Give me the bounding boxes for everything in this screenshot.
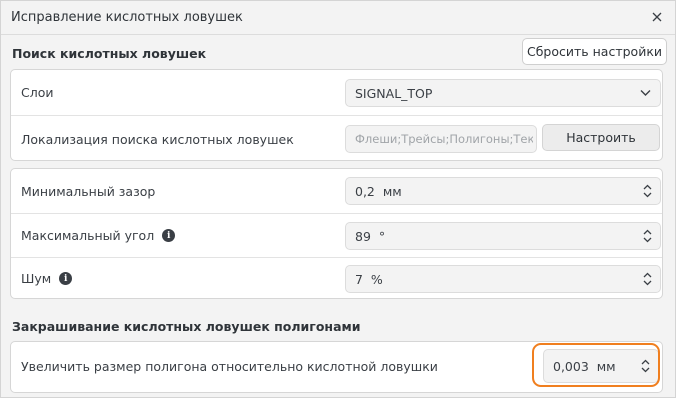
noise-stepper[interactable]: 7 %	[345, 265, 661, 293]
max-angle-stepper[interactable]: 89 °	[345, 222, 661, 250]
layers-row: Слои SIGNAL_TOP	[11, 70, 662, 115]
localization-label: Локализация поиска кислотных ловушек	[21, 132, 294, 147]
noise-value: 7	[355, 271, 363, 287]
max-angle-unit: °	[378, 228, 386, 244]
max-angle-label-wrap: Максимальный угол i	[21, 228, 176, 243]
noise-row: Шум i 7 %	[11, 257, 662, 299]
stepper-arrows-icon[interactable]	[643, 229, 652, 243]
info-icon[interactable]: i	[162, 229, 176, 242]
focus-highlight	[532, 343, 660, 387]
configure-button[interactable]: Настроить	[542, 124, 660, 151]
min-gap-stepper[interactable]: 0,2 мм	[345, 177, 661, 205]
max-angle-label: Максимальный угол	[21, 228, 155, 243]
min-gap-row: Минимальный зазор 0,2 мм	[11, 169, 662, 213]
fill-section-heading: Закрашивание кислотных ловушек полигонам…	[12, 319, 361, 334]
min-gap-unit: мм	[382, 183, 402, 199]
reset-settings-button[interactable]: Сбросить настройки	[522, 38, 667, 65]
localization-field: Флеши;Трейсы;Полигоны;Текс	[345, 125, 537, 153]
noise-value-wrap: 7 %	[355, 272, 383, 287]
noise-label-wrap: Шум i	[21, 271, 73, 286]
info-icon[interactable]: i	[59, 272, 73, 285]
chevron-down-icon	[640, 90, 651, 97]
dialog-titlebar: Исправление кислотных ловушек	[1, 1, 675, 35]
dialog-title: Исправление кислотных ловушек	[11, 10, 243, 25]
stepper-arrows-icon[interactable]	[643, 272, 652, 286]
params-panel: Минимальный зазор 0,2 мм Максимальный уг…	[10, 168, 663, 299]
max-angle-row: Максимальный угол i 89 °	[11, 213, 662, 257]
noise-unit: %	[370, 271, 383, 287]
max-angle-value: 89	[355, 228, 371, 244]
stepper-arrows-icon[interactable]	[643, 184, 652, 198]
localization-value: Флеши;Трейсы;Полигоны;Текс	[355, 132, 533, 146]
layers-select-value: SIGNAL_TOP	[355, 85, 433, 101]
min-gap-value: 0,2	[355, 183, 375, 199]
min-gap-value-wrap: 0,2 мм	[355, 184, 402, 199]
min-gap-label: Минимальный зазор	[21, 184, 156, 199]
max-angle-value-wrap: 89 °	[355, 229, 385, 244]
layers-label: Слои	[21, 85, 54, 100]
close-icon[interactable]	[649, 9, 665, 25]
layers-select[interactable]: SIGNAL_TOP	[345, 79, 661, 107]
noise-label: Шум	[21, 271, 52, 286]
search-section-heading: Поиск кислотных ловушек	[12, 46, 207, 61]
acid-trap-dialog: Исправление кислотных ловушек Поиск кисл…	[0, 0, 676, 398]
enlarge-label: Увеличить размер полигона относительно к…	[21, 359, 438, 374]
